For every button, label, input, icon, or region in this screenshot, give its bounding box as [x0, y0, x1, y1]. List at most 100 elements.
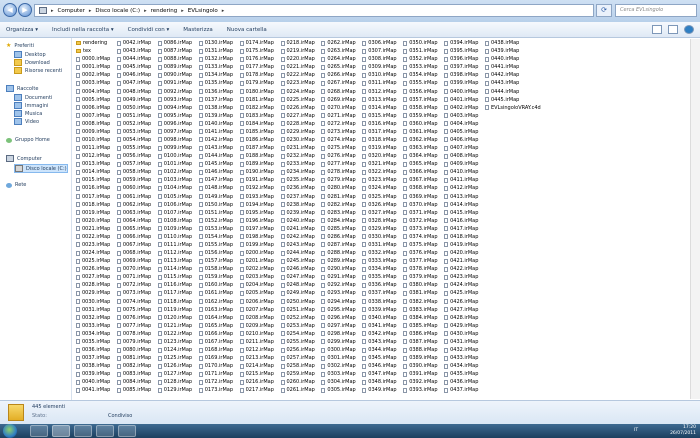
file-item[interactable]: 0244.irMap: [280, 249, 315, 257]
file-item[interactable]: 0346.irMap: [362, 362, 397, 370]
file-item[interactable]: 0258.irMap: [280, 362, 315, 370]
file-item[interactable]: 0176.irMap: [239, 55, 274, 63]
file-item[interactable]: 0160.irMap: [198, 281, 233, 289]
file-item[interactable]: 0122.irMap: [157, 330, 192, 338]
file-item[interactable]: 0147.irMap: [198, 176, 233, 184]
file-item[interactable]: 0021.irMap: [76, 225, 110, 233]
file-item[interactable]: 0098.irMap: [157, 136, 192, 144]
file-item[interactable]: 0084.irMap: [116, 378, 151, 386]
file-item[interactable]: 0289.irMap: [321, 257, 356, 265]
file-item[interactable]: 0134.irMap: [198, 71, 233, 79]
language-indicator[interactable]: IT: [634, 428, 638, 433]
file-item[interactable]: 0268.irMap: [321, 87, 356, 95]
file-item[interactable]: 0415.irMap: [444, 209, 478, 217]
file-item[interactable]: 0436.irMap: [444, 378, 478, 386]
file-item[interactable]: 0292.irMap: [321, 281, 356, 289]
file-item[interactable]: 0328.irMap: [362, 217, 397, 225]
file-item[interactable]: 0128.irMap: [157, 378, 192, 386]
file-item[interactable]: 0444.irMap: [485, 87, 541, 95]
file-item[interactable]: 0031.irMap: [76, 306, 110, 314]
breadcrumb-computer[interactable]: Computer: [58, 8, 85, 14]
file-item[interactable]: 0102.irMap: [157, 168, 192, 176]
file-item[interactable]: 0148.irMap: [198, 184, 233, 192]
file-item[interactable]: 0296.irMap: [321, 314, 356, 322]
file-item[interactable]: 0382.irMap: [403, 298, 438, 306]
file-item[interactable]: 0225.irMap: [280, 96, 315, 104]
file-item[interactable]: 0351.irMap: [403, 47, 438, 55]
file-item[interactable]: 0044.irMap: [116, 55, 151, 63]
file-item[interactable]: 0192.irMap: [239, 184, 274, 192]
file-item[interactable]: 0331.irMap: [362, 241, 397, 249]
file-item[interactable]: 0024.irMap: [76, 249, 110, 257]
file-item[interactable]: 0396.irMap: [444, 55, 478, 63]
file-item[interactable]: 0374.irMap: [403, 233, 438, 241]
file-item[interactable]: 0445.irMap: [485, 96, 541, 104]
file-item[interactable]: 0385.irMap: [403, 322, 438, 330]
file-item[interactable]: 0062.irMap: [116, 201, 151, 209]
file-item[interactable]: 0426.irMap: [444, 298, 478, 306]
file-item[interactable]: 0395.irMap: [444, 47, 478, 55]
file-item[interactable]: 0308.irMap: [362, 55, 397, 63]
file-item[interactable]: 0167.irMap: [198, 338, 233, 346]
taskbar-app-icon[interactable]: [118, 425, 136, 437]
file-item[interactable]: 0066.irMap: [116, 233, 151, 241]
file-item[interactable]: 0371.irMap: [403, 209, 438, 217]
file-item[interactable]: 0177.irMap: [239, 63, 274, 71]
file-item[interactable]: 0226.irMap: [280, 104, 315, 112]
file-item[interactable]: 0387.irMap: [403, 338, 438, 346]
file-item[interactable]: 0441.irMap: [485, 63, 541, 71]
file-item[interactable]: 0191.irMap: [239, 176, 274, 184]
file-item[interactable]: 0343.irMap: [362, 338, 397, 346]
file-item[interactable]: 0254.irMap: [280, 330, 315, 338]
file-item[interactable]: 0242.irMap: [280, 233, 315, 241]
file-item[interactable]: 0101.irMap: [157, 160, 192, 168]
file-item[interactable]: 0240.irMap: [280, 217, 315, 225]
sidebar-item-music[interactable]: Musica: [14, 110, 42, 117]
file-item[interactable]: 0032.irMap: [76, 314, 110, 322]
file-item[interactable]: 0375.irMap: [403, 241, 438, 249]
file-item[interactable]: 0050.irMap: [116, 104, 151, 112]
file-item[interactable]: 0104.irMap: [157, 184, 192, 192]
file-item[interactable]: 0376.irMap: [403, 249, 438, 257]
file-item[interactable]: 0026.irMap: [76, 265, 110, 273]
file-item[interactable]: 0057.irMap: [116, 160, 151, 168]
file-item[interactable]: 0095.irMap: [157, 112, 192, 120]
file-item[interactable]: 0131.irMap: [198, 47, 233, 55]
file-item[interactable]: 0030.irMap: [76, 298, 110, 306]
sidebar-item-video[interactable]: Video: [14, 118, 39, 125]
file-item[interactable]: 0158.irMap: [198, 265, 233, 273]
file-item[interactable]: 0171.irMap: [198, 370, 233, 378]
file-item[interactable]: 0193.irMap: [239, 192, 274, 200]
vertical-scrollbar[interactable]: [690, 39, 700, 399]
file-item[interactable]: 0357.irMap: [403, 96, 438, 104]
file-item[interactable]: 0435.irMap: [444, 370, 478, 378]
file-item[interactable]: 0270.irMap: [321, 104, 356, 112]
file-item[interactable]: 0027.irMap: [76, 273, 110, 281]
file-item[interactable]: 0016.irMap: [76, 184, 110, 192]
preview-pane-icon[interactable]: [668, 25, 678, 34]
file-item[interactable]: 0434.irMap: [444, 362, 478, 370]
file-item[interactable]: 0223.irMap: [280, 79, 315, 87]
file-item[interactable]: 0178.irMap: [239, 71, 274, 79]
file-item[interactable]: 0175.irMap: [239, 47, 274, 55]
file-item[interactable]: 0279.irMap: [321, 176, 356, 184]
file-item[interactable]: 0282.irMap: [321, 201, 356, 209]
file-item[interactable]: 0429.irMap: [444, 322, 478, 330]
file-item[interactable]: 0404.irMap: [444, 120, 478, 128]
file-item[interactable]: 0145.irMap: [198, 160, 233, 168]
file-item[interactable]: 0078.irMap: [116, 330, 151, 338]
file-item[interactable]: 0089.irMap: [157, 63, 192, 71]
file-item[interactable]: 0182.irMap: [239, 104, 274, 112]
file-item[interactable]: 0361.irMap: [403, 128, 438, 136]
file-item[interactable]: 0120.irMap: [157, 314, 192, 322]
file-item[interactable]: 0012.irMap: [76, 152, 110, 160]
file-item[interactable]: 0045.irMap: [116, 63, 151, 71]
file-item[interactable]: 0398.irMap: [444, 71, 478, 79]
file-item[interactable]: 0235.irMap: [280, 176, 315, 184]
file-item[interactable]: 0097.irMap: [157, 128, 192, 136]
file-item[interactable]: 0427.irMap: [444, 306, 478, 314]
file-item[interactable]: 0004.irMap: [76, 87, 110, 95]
share-with-button[interactable]: Condividi con ▾: [128, 27, 170, 33]
file-item[interactable]: 0183.irMap: [239, 112, 274, 120]
file-item[interactable]: 0418.irMap: [444, 233, 478, 241]
